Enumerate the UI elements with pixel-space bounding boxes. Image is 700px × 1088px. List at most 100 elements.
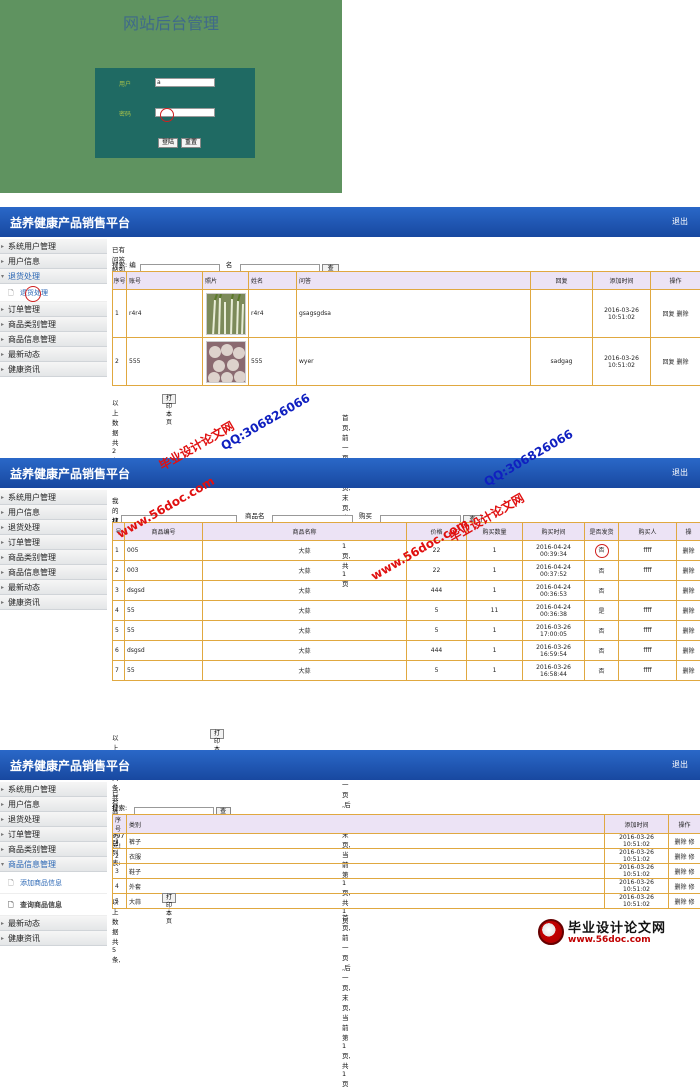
cell-code: 55: [125, 621, 203, 641]
sidebar-item-news[interactable]: 最新动态: [0, 916, 107, 931]
row-actions[interactable]: 删除 修: [669, 894, 700, 909]
print-button[interactable]: 打印本页: [162, 893, 176, 903]
cell-clock: 17:00:05: [523, 631, 584, 638]
column-header: 操作: [651, 272, 700, 290]
cell-date: 2016-03-26: [593, 307, 650, 314]
cell-no: 5: [113, 621, 125, 641]
summary-text: 以上数据共2条,: [112, 397, 121, 465]
sidebar-item-health[interactable]: 健康资讯: [0, 362, 107, 377]
table-row: 455大蒜5112016-04-2400:36:38是ffff删除: [113, 601, 700, 621]
sidebar-item-orders[interactable]: 订单管理: [0, 535, 107, 550]
table-row: 5大蒜2016-03-26 10:51:02删除 修: [113, 894, 700, 909]
cell-no: 2: [113, 338, 127, 386]
row-actions[interactable]: 回复 删除: [651, 338, 700, 386]
username-input[interactable]: a: [155, 78, 215, 87]
cell-clock: 00:39:34: [523, 551, 584, 558]
cell-clock: 10:51:02: [593, 362, 650, 369]
cell-shipped: 否: [585, 621, 619, 641]
cell-code: dsgsd: [125, 581, 203, 601]
row-actions[interactable]: 删除 修: [669, 849, 700, 864]
cell-price: 5: [407, 661, 467, 681]
sidebar-item-user-info[interactable]: 用户信息: [0, 254, 107, 269]
exit-link[interactable]: 退出: [672, 467, 688, 478]
row-actions[interactable]: 删除 修: [669, 864, 700, 879]
reset-button[interactable]: 重置: [181, 138, 201, 148]
sidebar-item-system-users[interactable]: 系统用户管理: [0, 490, 107, 505]
sidebar-item-categories[interactable]: 商品类别管理: [0, 550, 107, 565]
sidebar-item-health[interactable]: 健康资讯: [0, 931, 107, 946]
app-header: 益养健康产品销售平台 退出: [0, 207, 700, 237]
row-actions[interactable]: 删除 修: [669, 834, 700, 849]
row-actions[interactable]: 回复 删除: [651, 290, 700, 338]
qa-table: 序号 账号 照片 姓名 问答 回复 添加时间 操作 1 r4r4: [112, 271, 700, 386]
sidebar-item-returns[interactable]: 退货处理: [0, 520, 107, 535]
sidebar-item-health[interactable]: 健康资讯: [0, 595, 107, 610]
row-action-delete[interactable]: 删除: [677, 661, 700, 681]
sidebar-item-user-info[interactable]: 用户信息: [0, 797, 107, 812]
row-action-delete[interactable]: 删除: [677, 641, 700, 661]
sidebar-item-categories[interactable]: 商品类别管理: [0, 842, 107, 857]
login-button[interactable]: 登陆: [158, 138, 178, 148]
cell-time: 2016-03-2610:51:02: [593, 290, 651, 338]
cell-shipped: 否: [585, 581, 619, 601]
row-action-delete[interactable]: 删除: [677, 601, 700, 621]
sidebar-item-returns[interactable]: 退货处理: [0, 812, 107, 827]
logo-mark-icon: [538, 919, 564, 945]
print-button[interactable]: 打印本页: [162, 394, 176, 404]
green-onion-photo: [206, 293, 246, 335]
row-actions[interactable]: 删除 修: [669, 879, 700, 894]
column-header: 账号: [127, 272, 203, 290]
row-action-delete[interactable]: 删除: [677, 621, 700, 641]
sidebar-item-products[interactable]: 商品信息管理: [0, 857, 107, 872]
cell-buyer: ffff: [619, 561, 677, 581]
sidebar: 系统用户管理 用户信息 退货处理 订单管理 商品类别管理 商品信息管理 添加商品…: [0, 782, 107, 946]
sidebar-item-news[interactable]: 最新动态: [0, 580, 107, 595]
cell-shipped: 是: [585, 601, 619, 621]
column-header: 问答: [297, 272, 531, 290]
cell-no: 6: [113, 641, 125, 661]
sidebar-item-system-users[interactable]: 系统用户管理: [0, 239, 107, 254]
cell-price: 22: [407, 561, 467, 581]
cell-name: 大蒜: [203, 661, 407, 681]
exit-link[interactable]: 退出: [672, 216, 688, 227]
column-header: 序号: [113, 815, 127, 834]
table-row: 2 555 555 wyer sadgag 2016-03-2610:51:02…: [113, 338, 700, 386]
cell-name: 大蒜: [203, 601, 407, 621]
cell-clock: 00:37:52: [523, 571, 584, 578]
cell-date: 2016-04-24: [523, 564, 584, 571]
row-action-delete[interactable]: 删除: [677, 581, 700, 601]
cell-cat: 裤子: [127, 834, 605, 849]
category-body: 1裤子2016-03-26 10:51:02删除 修2衣服2016-03-26 …: [113, 834, 700, 909]
sidebar-item-user-info[interactable]: 用户信息: [0, 505, 107, 520]
sidebar-subitem-query-product[interactable]: 查询商品信息: [0, 894, 107, 916]
cell-code: 003: [125, 561, 203, 581]
pagination[interactable]: 首页, 前一页 ,后一页, 末页, 当前第1页,共1页: [342, 912, 351, 1088]
row-action-delete[interactable]: 删除: [677, 541, 700, 561]
sidebar-item-news[interactable]: 最新动态: [0, 347, 107, 362]
row-action-delete[interactable]: 删除: [677, 561, 700, 581]
exit-link[interactable]: 退出: [672, 759, 688, 770]
sidebar-item-orders[interactable]: 订单管理: [0, 827, 107, 842]
cell-buyer: ffff: [619, 541, 677, 561]
cell-price: 5: [407, 621, 467, 641]
cell-code: 55: [125, 601, 203, 621]
print-button[interactable]: 打印本页: [210, 729, 224, 739]
highlight-circle: [160, 108, 174, 122]
sidebar-item-system-users[interactable]: 系统用户管理: [0, 782, 107, 797]
column-header: 商品名称: [203, 523, 407, 541]
sidebar-item-returns[interactable]: 退货处理: [0, 269, 107, 284]
sidebar-item-orders[interactable]: 订单管理: [0, 302, 107, 317]
table-row: 2衣服2016-03-26 10:51:02删除 修: [113, 849, 700, 864]
sidebar-subitem-add-product[interactable]: 添加商品信息: [0, 872, 107, 894]
column-header: 购买时间: [523, 523, 585, 541]
table-row: 3dsgsd大蒜44412016-04-2400:36:53否删除: [113, 581, 700, 601]
sidebar-subitem-returns[interactable]: 退货处理: [0, 284, 107, 302]
orders-admin-panel: 益养健康产品销售平台 退出 系统用户管理 用户信息 退货处理 订单管理 商品类别…: [0, 458, 700, 738]
column-header: 是否发货: [585, 523, 619, 541]
sidebar-item-products[interactable]: 商品信息管理: [0, 332, 107, 347]
cell-no: 2: [113, 561, 125, 581]
cell-name: 大蒜: [203, 641, 407, 661]
cell-no: 1: [113, 834, 127, 849]
sidebar-item-categories[interactable]: 商品类别管理: [0, 317, 107, 332]
sidebar-item-products[interactable]: 商品信息管理: [0, 565, 107, 580]
